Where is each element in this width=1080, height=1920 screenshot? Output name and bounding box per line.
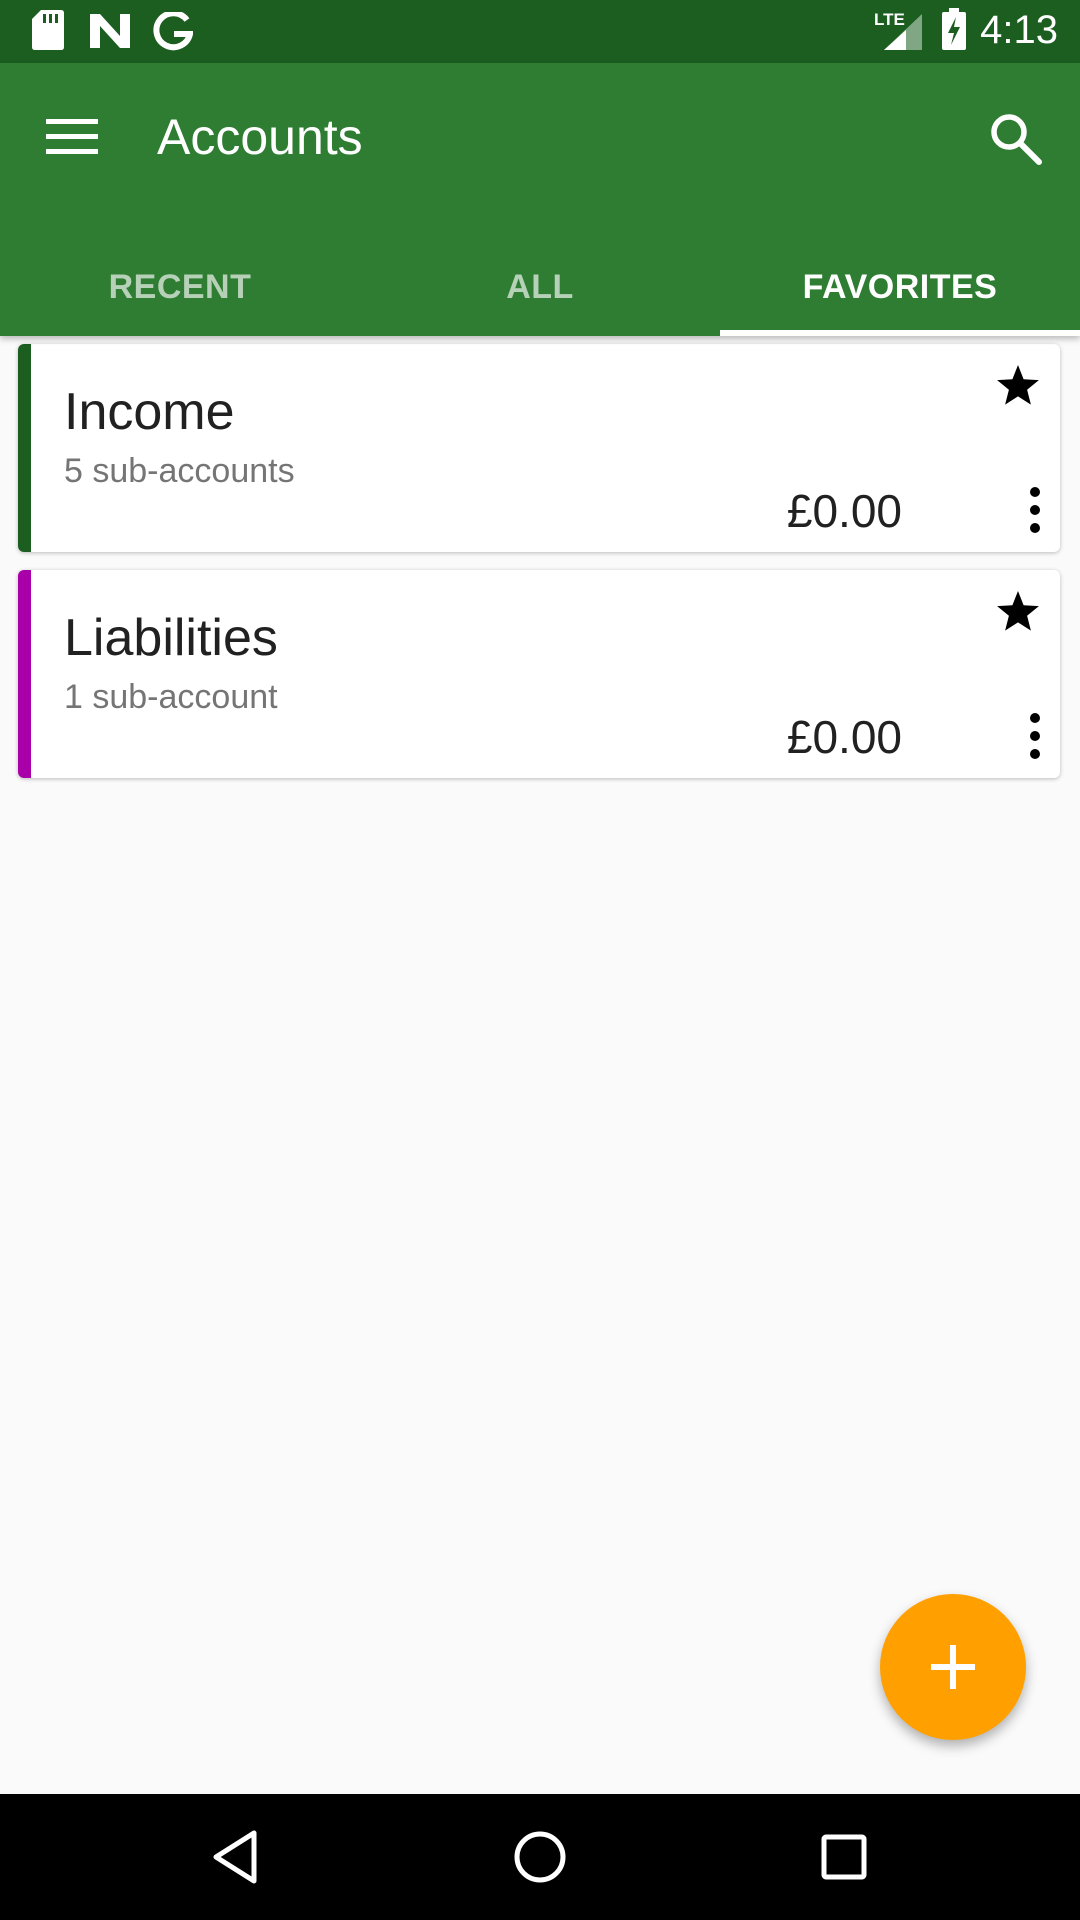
- n-notification-icon: [90, 14, 130, 48]
- account-balance: £0.00: [786, 485, 902, 537]
- add-account-button[interactable]: [880, 1594, 1026, 1740]
- battery-charging-icon: [942, 8, 966, 50]
- hamburger-menu-icon[interactable]: [46, 117, 98, 157]
- more-vert-icon[interactable]: [1024, 712, 1046, 760]
- status-bar: LTE 4:13: [0, 0, 1080, 63]
- system-nav-bar: [0, 1794, 1080, 1920]
- status-time: 4:13: [980, 8, 1058, 52]
- lte-signal-icon: [884, 14, 922, 50]
- search-icon[interactable]: [988, 111, 1044, 167]
- plus-icon: [931, 1645, 975, 1689]
- more-vert-icon[interactable]: [1024, 486, 1046, 534]
- account-name: Liabilities: [64, 609, 278, 667]
- account-subaccounts: 1 sub-account: [64, 678, 278, 716]
- account-card-liabilities[interactable]: Liabilities 1 sub-account £0.00: [18, 570, 1060, 778]
- recents-icon[interactable]: [814, 1827, 874, 1887]
- sd-card-icon: [32, 10, 64, 50]
- tab-bar: RECENT ALL FAVORITES: [0, 242, 1080, 336]
- account-card-income[interactable]: Income 5 sub-accounts £0.00: [18, 344, 1060, 552]
- back-icon[interactable]: [206, 1827, 266, 1887]
- star-icon[interactable]: [994, 588, 1042, 636]
- page-title: Accounts: [157, 109, 363, 165]
- tab-recent[interactable]: RECENT: [0, 242, 360, 336]
- tab-all[interactable]: ALL: [360, 242, 720, 336]
- account-subaccounts: 5 sub-accounts: [64, 452, 295, 490]
- google-g-icon: [153, 12, 193, 51]
- account-color-bar: [18, 570, 31, 778]
- tab-indicator: [720, 330, 1080, 336]
- home-icon[interactable]: [510, 1827, 570, 1887]
- tab-favorites[interactable]: FAVORITES: [720, 242, 1080, 336]
- app-bar: Accounts RECENT ALL FAVORITES: [0, 63, 1080, 336]
- account-color-bar: [18, 344, 31, 552]
- account-balance: £0.00: [786, 711, 902, 763]
- account-name: Income: [64, 383, 235, 441]
- star-icon[interactable]: [994, 362, 1042, 410]
